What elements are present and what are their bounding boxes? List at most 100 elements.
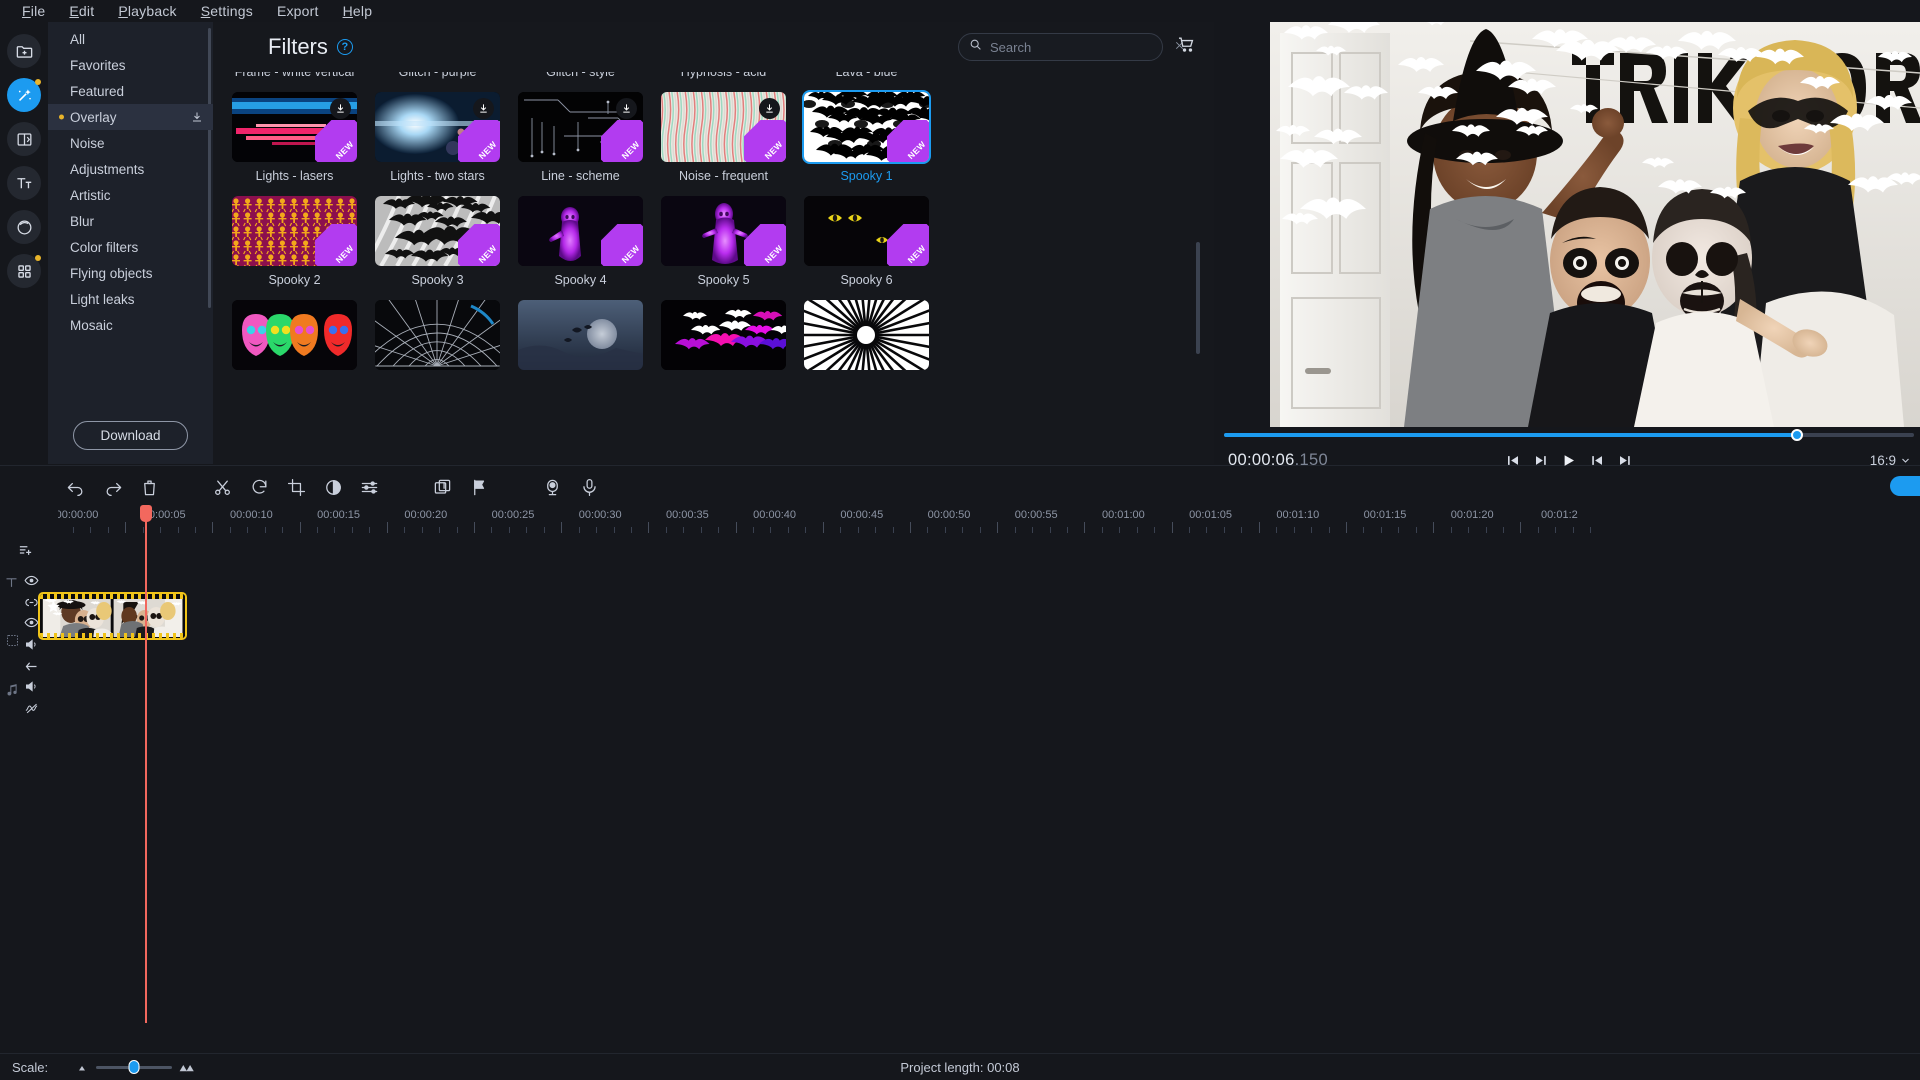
category-item-noise[interactable]: Noise xyxy=(48,130,213,156)
next-frame-icon[interactable] xyxy=(1590,453,1605,468)
timeline-ruler[interactable]: 00:00:0000:00:0500:00:1000:00:1500:00:20… xyxy=(58,505,1920,535)
download-icon[interactable] xyxy=(473,98,494,119)
filter-thumbnail[interactable]: NEW xyxy=(661,196,786,266)
download-icon[interactable] xyxy=(616,98,637,119)
favorite-star-icon[interactable] xyxy=(46,599,61,614)
download-button[interactable]: Download xyxy=(73,421,187,450)
skip-to-end-icon[interactable] xyxy=(1618,453,1633,468)
eye-visibility-icon[interactable] xyxy=(24,573,39,588)
aspect-ratio-selector[interactable]: 16:9 xyxy=(1870,453,1910,468)
filter-item[interactable]: NEWSpooky 5 xyxy=(652,188,795,292)
titles-text-icon[interactable] xyxy=(7,166,41,200)
record-webcam-icon[interactable] xyxy=(541,476,563,498)
marker-flag-icon[interactable] xyxy=(468,476,490,498)
playhead[interactable] xyxy=(145,505,147,1023)
menu-file[interactable]: File xyxy=(10,1,57,21)
redo-icon[interactable] xyxy=(102,476,124,498)
filter-item[interactable]: NEWLava - blue xyxy=(795,72,938,84)
filter-thumbnail[interactable]: NEW xyxy=(375,196,500,266)
filter-thumbnail[interactable] xyxy=(804,300,929,370)
play-icon[interactable] xyxy=(1562,453,1577,468)
filter-thumbnail[interactable] xyxy=(232,300,357,370)
cut-scissors-icon[interactable] xyxy=(211,476,233,498)
record-voiceover-icon[interactable] xyxy=(578,476,600,498)
color-adjust-contrast-icon[interactable] xyxy=(322,476,344,498)
filter-thumbnail[interactable] xyxy=(518,300,643,370)
question-mark-icon[interactable]: ? xyxy=(337,39,353,55)
filter-item[interactable]: NEWSpooky 4 xyxy=(509,188,652,292)
filter-thumbnail[interactable]: NEW xyxy=(375,92,500,162)
filter-item[interactable]: NEWSpooky 6 xyxy=(795,188,938,292)
filter-item[interactable] xyxy=(652,292,795,381)
link-detach-icon[interactable] xyxy=(24,595,39,610)
filter-thumbnail[interactable]: NEW xyxy=(518,196,643,266)
category-item-featured[interactable]: Featured xyxy=(48,78,213,104)
category-item-favorites[interactable]: Favorites xyxy=(48,52,213,78)
filter-thumbnail[interactable] xyxy=(375,300,500,370)
menu-edit[interactable]: Edit xyxy=(57,1,106,21)
menu-playback[interactable]: Playback xyxy=(106,1,188,21)
filter-item[interactable]: NEWLights - lasers xyxy=(223,84,366,188)
skip-to-start-icon[interactable] xyxy=(1506,453,1521,468)
large-mountain-icon[interactable] xyxy=(179,1062,195,1073)
search-input[interactable] xyxy=(990,40,1166,55)
filter-item[interactable] xyxy=(223,292,366,381)
video-track-icon[interactable] xyxy=(5,633,20,648)
scale-slider[interactable] xyxy=(96,1066,172,1069)
filter-thumbnail[interactable]: NEW xyxy=(232,196,357,266)
filter-thumbnail[interactable]: NEW xyxy=(518,92,643,162)
speaker-volume-icon[interactable] xyxy=(24,679,39,694)
scrub-track[interactable] xyxy=(1224,433,1914,437)
filters-scrollbar[interactable] xyxy=(1196,242,1200,354)
category-item-flying-objects[interactable]: Flying objects xyxy=(48,260,213,286)
filter-item[interactable] xyxy=(795,292,938,381)
category-item-mosaic[interactable]: Mosaic xyxy=(48,312,213,338)
download-icon[interactable] xyxy=(191,111,203,123)
filter-item[interactable]: NEWSpooky 2 xyxy=(223,188,366,292)
filter-item[interactable]: NEWHypnosis - acid xyxy=(652,72,795,84)
filter-item[interactable]: NEWNoise - frequent xyxy=(652,84,795,188)
more-tools-grid-icon[interactable] xyxy=(7,254,41,288)
menu-help[interactable]: Help xyxy=(331,1,385,21)
download-icon[interactable] xyxy=(330,98,351,119)
waveform-mute-icon[interactable] xyxy=(24,701,39,716)
title-T-icon[interactable] xyxy=(4,575,19,590)
rotate-icon[interactable] xyxy=(248,476,270,498)
filter-thumbnail[interactable]: NEW xyxy=(661,92,786,162)
search-box[interactable] xyxy=(958,33,1163,61)
category-item-adjustments[interactable]: Adjustments xyxy=(48,156,213,182)
eye-visibility-icon[interactable] xyxy=(24,615,39,630)
category-item-overlay[interactable]: Overlay xyxy=(48,104,213,130)
filter-item[interactable]: NEWSpooky 1 xyxy=(795,84,938,188)
filter-thumbnail[interactable]: NEW xyxy=(804,196,929,266)
music-note-icon[interactable] xyxy=(5,683,20,698)
filter-item[interactable]: NEWGlitch - purple xyxy=(366,72,509,84)
filter-item[interactable]: NEWLights - two stars xyxy=(366,84,509,188)
video-preview[interactable] xyxy=(1270,13,1920,427)
video-clip[interactable] xyxy=(38,592,187,640)
clip-properties-icon[interactable] xyxy=(431,476,453,498)
scrub-handle[interactable] xyxy=(1791,429,1803,441)
category-item-blur[interactable]: Blur xyxy=(48,208,213,234)
timeline-panel-toggle[interactable] xyxy=(1890,476,1920,496)
undo-icon[interactable] xyxy=(64,476,86,498)
previous-frame-icon[interactable] xyxy=(1534,453,1549,468)
filters-magic-wand-icon[interactable] xyxy=(7,78,41,112)
transitions-icon[interactable] xyxy=(7,122,41,156)
small-mountain-icon[interactable] xyxy=(78,1063,89,1072)
filter-item[interactable]: NEWGlitch - style xyxy=(509,72,652,84)
add-track-icon[interactable] xyxy=(18,543,33,558)
menu-export[interactable]: Export xyxy=(265,1,331,21)
color-adjust-icon[interactable] xyxy=(7,210,41,244)
menu-settings[interactable]: Settings xyxy=(189,1,265,21)
delete-trash-icon[interactable] xyxy=(138,476,160,498)
preview-scrubber[interactable] xyxy=(1218,427,1920,443)
speaker-volume-icon[interactable] xyxy=(24,637,39,652)
download-icon[interactable] xyxy=(759,98,780,119)
import-media-icon[interactable] xyxy=(7,34,41,68)
crop-icon[interactable] xyxy=(285,476,307,498)
filter-thumbnail[interactable]: NEW xyxy=(232,92,357,162)
shopping-cart-icon[interactable] xyxy=(1177,35,1196,59)
filter-item[interactable]: NEWLine - scheme xyxy=(509,84,652,188)
filter-item[interactable]: NEWSpooky 3 xyxy=(366,188,509,292)
